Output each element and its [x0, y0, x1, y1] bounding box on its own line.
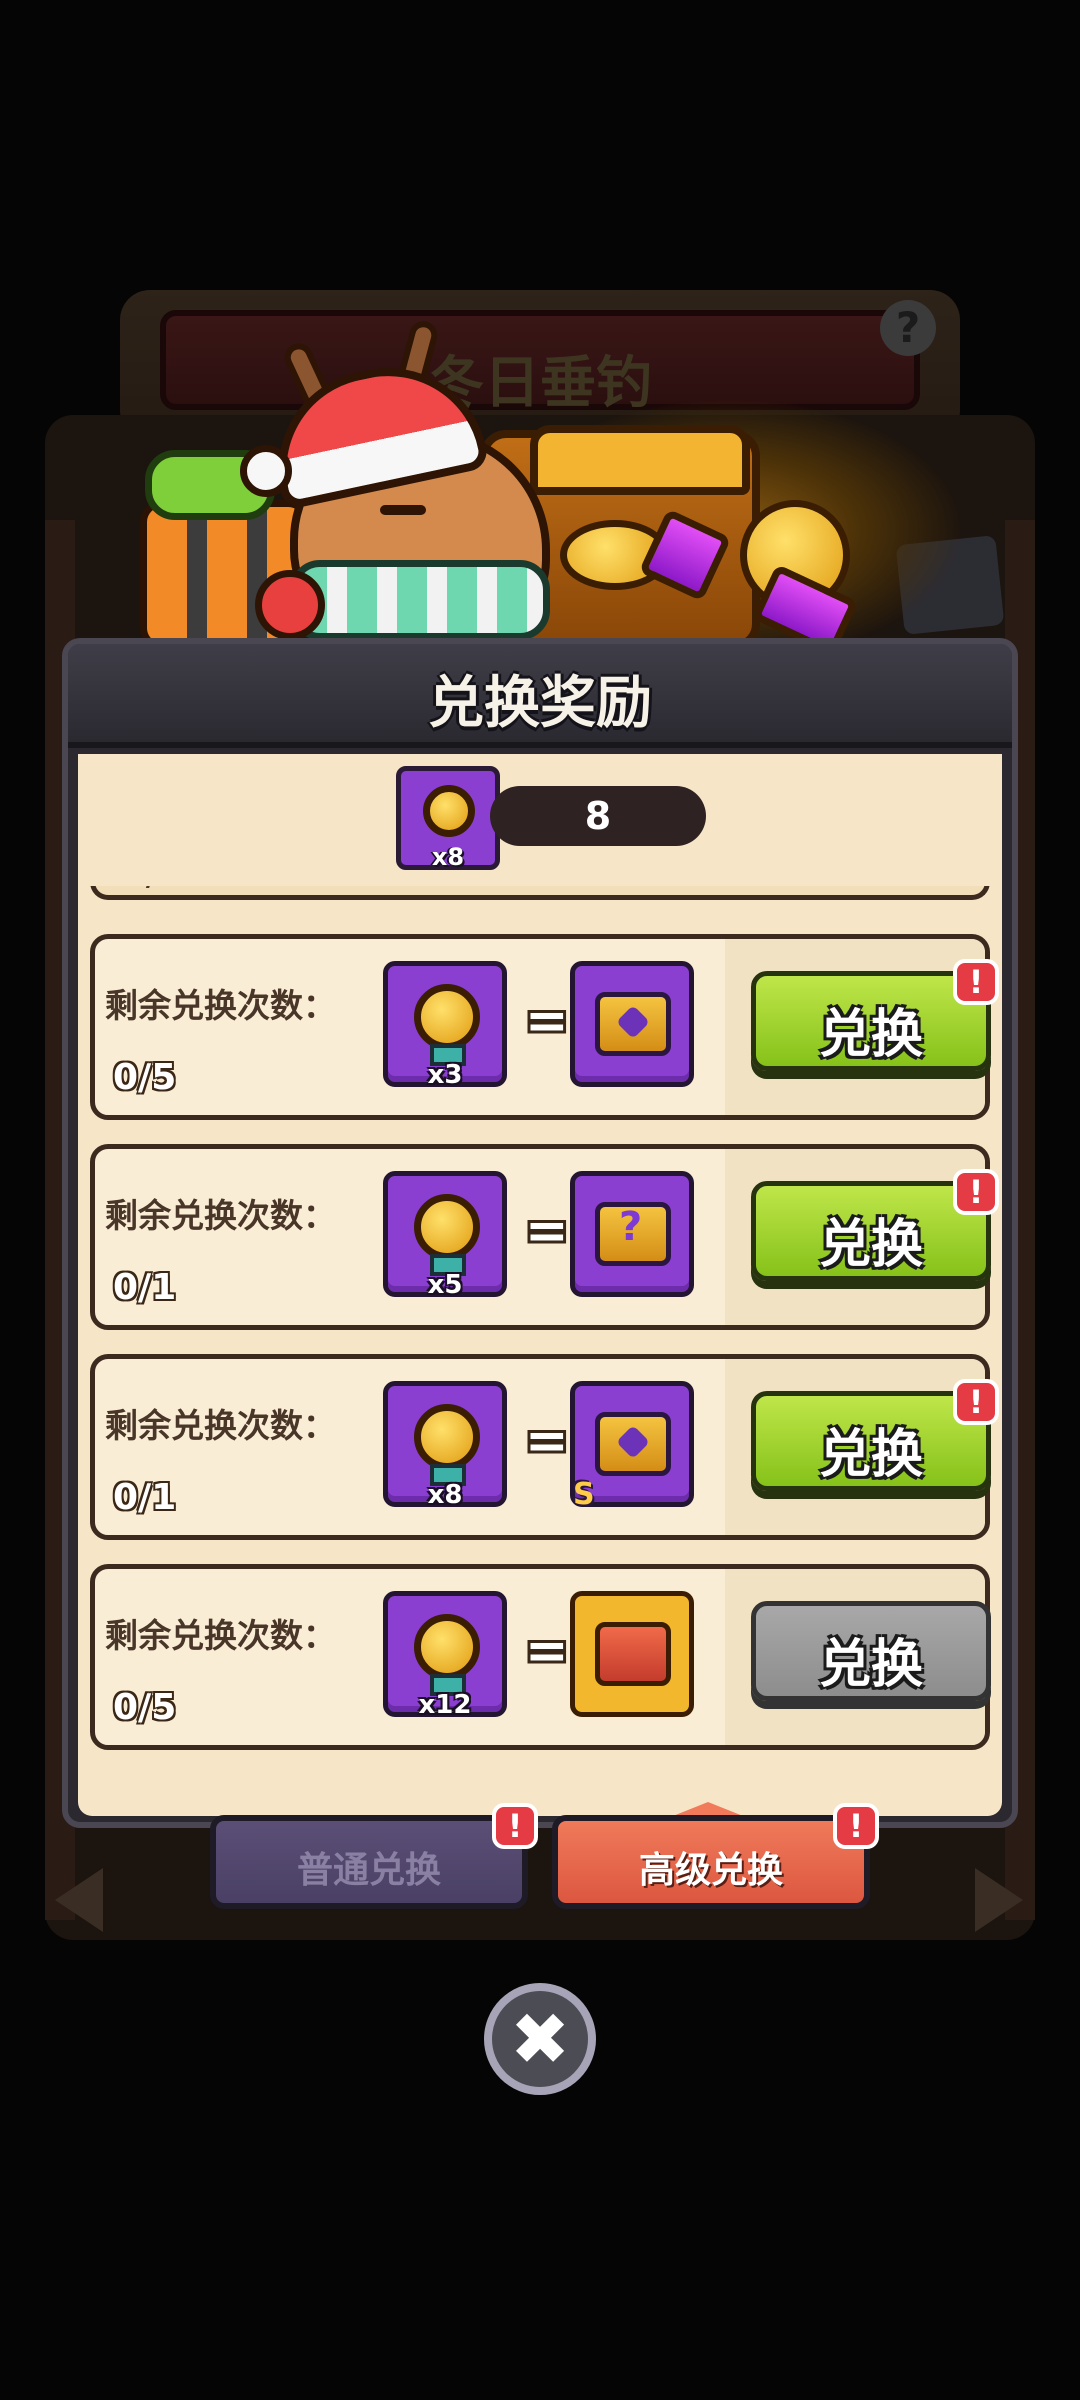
medal-coin-icon — [414, 1194, 480, 1260]
dialog-title: 兑换奖励 — [428, 671, 652, 736]
event-title-ribbon: 冬日垂钓 — [160, 310, 920, 416]
tab-normal-exchange[interactable]: 普通兑换 — [210, 1815, 528, 1909]
medal-coin-icon — [423, 785, 475, 837]
currency-value: 8 — [584, 794, 612, 838]
close-icon: ✖ — [509, 1997, 571, 2081]
remaining-count: 0/1 — [113, 1477, 177, 1518]
capybara-eye — [380, 505, 426, 515]
alert-badge-icon: ! — [833, 1803, 879, 1849]
reward-item[interactable] — [570, 961, 694, 1087]
remaining-label: 剩余兑换次数： — [105, 986, 336, 1025]
reward-item[interactable]: ? — [570, 1171, 694, 1297]
remaining-count: 0/5 — [113, 1057, 177, 1098]
remaining-count: 0/5 — [113, 1687, 177, 1728]
reward-grade: S — [573, 1477, 595, 1512]
exchange-button-label: 兑换 — [818, 1425, 923, 1485]
reward-item[interactable] — [570, 1591, 694, 1717]
arrow-right-icon[interactable] — [975, 1868, 1023, 1932]
cost-item[interactable]: x5 — [383, 1171, 507, 1300]
exchange-button-label: 兑换 — [818, 1005, 923, 1065]
exchange-button-label: 兑换 — [818, 1635, 923, 1695]
hat-pompom-art — [240, 445, 292, 497]
gold-chest-icon — [595, 1622, 671, 1686]
reward-item[interactable]: S — [570, 1381, 694, 1512]
remaining-count: 0/1 — [113, 1267, 177, 1308]
exchange-button-label: 兑换 — [818, 1215, 923, 1275]
medal-coin-icon — [414, 1404, 480, 1470]
remaining-label: 剩余兑换次数： — [105, 1616, 336, 1655]
exchange-dialog: 兑换奖励 0/5 x8 8 剩余兑换次数： 0/5 x3 = — [62, 638, 1018, 1828]
cost-quantity: x5 — [427, 1270, 463, 1300]
remaining-label: 剩余兑换次数： — [105, 1196, 336, 1235]
equals-icon: = — [525, 991, 569, 1051]
cost-item[interactable]: x8 — [383, 1381, 507, 1510]
tab-advanced-exchange[interactable]: 高级兑换 — [552, 1815, 870, 1909]
dialog-header: 兑换奖励 — [68, 644, 1012, 748]
exchange-row: 剩余兑换次数： 0/5 x3 = 兑换 ! — [90, 934, 999, 1120]
scarf-art — [290, 560, 550, 640]
alert-badge-icon: ! — [953, 1379, 999, 1425]
remaining-label: 剩余兑换次数： — [105, 1406, 336, 1445]
cost-item[interactable]: x3 — [383, 961, 507, 1090]
cost-quantity: x8 — [427, 1480, 463, 1510]
question-mark-icon: ? — [619, 1204, 643, 1250]
exchange-row: 剩余兑换次数： 0/1 x5 = ? 兑换 ! — [90, 1144, 999, 1330]
exchange-button-disabled[interactable]: 兑换 — [751, 1601, 991, 1701]
cost-quantity: x3 — [427, 1060, 463, 1090]
equals-icon: = — [525, 1411, 569, 1471]
equals-icon: = — [525, 1201, 569, 1261]
treasure-chest-lid — [530, 425, 750, 495]
currency-icon-qty: x8 — [431, 843, 465, 871]
medal-coin-icon — [414, 984, 480, 1050]
alert-badge-icon: ! — [492, 1803, 538, 1849]
arrow-left-icon[interactable] — [55, 1868, 103, 1932]
alert-badge-icon: ! — [953, 959, 999, 1005]
cost-quantity: x12 — [418, 1690, 472, 1720]
help-icon[interactable]: ? — [880, 300, 936, 356]
equals-icon: = — [525, 1621, 569, 1681]
exchange-list[interactable]: 0/5 x8 8 剩余兑换次数： 0/5 x3 = — [78, 754, 1002, 1816]
currency-bar: x8 8 — [78, 754, 1002, 886]
mitten-art — [255, 570, 325, 640]
medal-coin-icon — [414, 1614, 480, 1680]
tab-label: 普通兑换 — [296, 1850, 441, 1891]
close-button[interactable]: ✖ — [484, 1983, 596, 2095]
exchange-row: 剩余兑换次数： 0/5 x12 = 兑换 — [90, 1564, 991, 1750]
cost-item[interactable]: x12 — [383, 1591, 507, 1720]
tab-label: 高级兑换 — [638, 1850, 783, 1891]
exchange-row: 剩余兑换次数： 0/1 x8 = S 兑换 ! — [90, 1354, 999, 1540]
alert-badge-icon: ! — [953, 1169, 999, 1215]
medal-coin-icon: x8 — [396, 766, 500, 871]
currency-count-pill: 8 — [490, 786, 706, 846]
